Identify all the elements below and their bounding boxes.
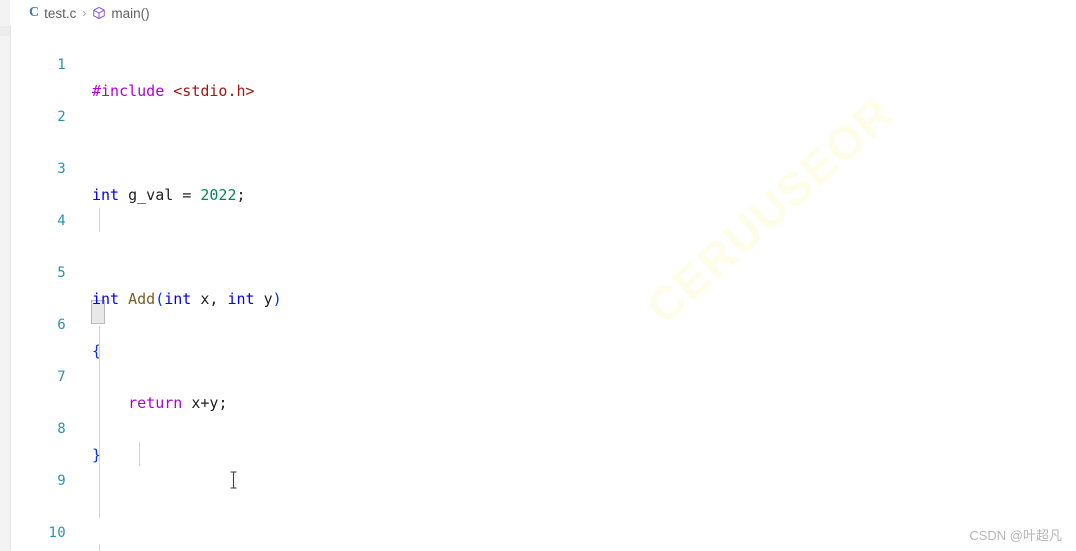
breadcrumb-item-file[interactable]: C test.c xyxy=(29,6,76,21)
code-line[interactable]: 7 return x+y; xyxy=(10,338,1076,412)
code-line[interactable]: 5 int Add(int x, int y) xyxy=(10,234,1076,308)
editor-tab-edge xyxy=(0,26,10,36)
breadcrumb-item-symbol[interactable]: main() xyxy=(92,5,150,21)
cube-symbol-icon xyxy=(92,6,106,20)
indent-guide xyxy=(139,442,140,466)
line-number: 8 xyxy=(57,421,66,437)
code-line[interactable]: 11 { xyxy=(10,546,1076,551)
sidebar-edge-sliver xyxy=(0,0,11,551)
code-line[interactable]: 1 #include <stdio.h> xyxy=(10,26,1076,100)
breadcrumb-separator-icon: › xyxy=(82,6,87,20)
line-number: 5 xyxy=(57,265,66,281)
line-number: 2 xyxy=(57,109,66,125)
indent-guide xyxy=(99,208,100,232)
breadcrumb-file-label: test.c xyxy=(44,5,77,21)
code-line[interactable]: 10 int main() xyxy=(10,494,1076,551)
credit-text: CSDN @叶超凡 xyxy=(969,528,1062,543)
code-line[interactable]: 2 xyxy=(10,78,1076,125)
code-line[interactable]: 4 xyxy=(10,182,1076,229)
line-number: 1 xyxy=(57,57,66,73)
line-number: 4 xyxy=(57,213,66,229)
code-editor[interactable]: 1 #include <stdio.h> 2 3 int g_val = 202… xyxy=(10,26,1076,551)
code-line[interactable]: 9 xyxy=(10,442,1076,489)
code-line[interactable]: 6 { xyxy=(10,286,1076,360)
breadcrumb: C test.c › main() xyxy=(10,0,1076,26)
breadcrumb-symbol-label: main() xyxy=(111,5,150,21)
line-number: 6 xyxy=(57,317,66,333)
indent-guide xyxy=(99,544,100,551)
code-line[interactable]: 8 } xyxy=(10,390,1076,464)
line-number: 10 xyxy=(48,525,66,541)
line-number: 7 xyxy=(57,369,66,385)
csdn-watermark-credit: CSDN @叶超凡 xyxy=(969,525,1062,544)
line-number: 3 xyxy=(57,161,66,177)
code-line[interactable]: 3 int g_val = 2022; xyxy=(10,130,1076,204)
line-number: 9 xyxy=(57,473,66,489)
indent-guide xyxy=(99,326,100,518)
c-file-icon: C xyxy=(29,5,40,20)
